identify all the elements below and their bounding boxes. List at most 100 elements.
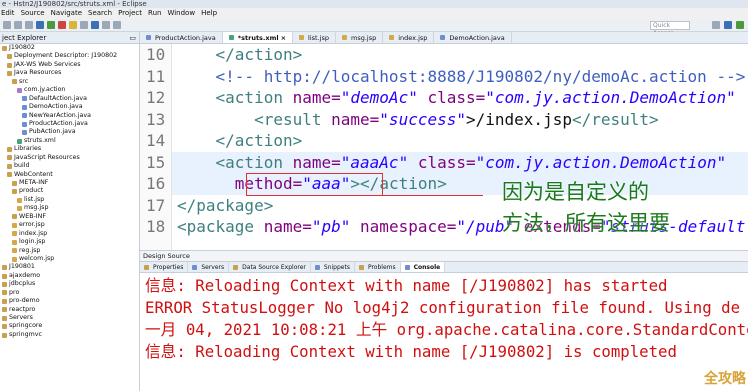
view-tab-properties[interactable]: Properties (140, 262, 189, 272)
tree-item[interactable]: product (0, 187, 139, 195)
code-line[interactable]: </package> (177, 195, 273, 217)
tree-item[interactable]: springmvc (0, 331, 139, 339)
code-line[interactable]: </action> (177, 44, 303, 66)
file-type-icon (228, 35, 234, 40)
tree-item[interactable]: JAX-WS Web Services (0, 61, 139, 69)
tree-item[interactable]: index.jsp (0, 230, 139, 238)
code-token: name= (292, 152, 341, 172)
tree-item[interactable]: springcore (0, 322, 139, 330)
back-icon[interactable] (102, 21, 110, 29)
tree-item[interactable]: Libraries (0, 145, 139, 153)
code-token: </action> (215, 131, 303, 150)
code-line[interactable]: <action name="aaaAc" class="com.jy.actio… (177, 152, 727, 174)
console-output[interactable]: 信息: Reloading Context with name [/J19080… (140, 273, 748, 391)
view-tab-problems[interactable]: Problems (355, 262, 401, 272)
tree-item[interactable]: J190802 (0, 44, 139, 52)
new-icon[interactable] (3, 21, 11, 29)
code-line[interactable]: <action name="demoAc" class="com.jy.acti… (177, 87, 736, 109)
menu-edit[interactable]: Edit (1, 8, 15, 19)
tree-item[interactable]: build (0, 162, 139, 170)
editor-tab[interactable]: *struts.xml × (222, 32, 294, 44)
java-icon (22, 130, 27, 136)
tree-item[interactable]: struts.xml (0, 137, 139, 145)
view-tab-data-source-explorer[interactable]: Data Source Explorer (229, 262, 311, 272)
tree-item[interactable]: welcom.jsp (0, 255, 139, 263)
menu-search[interactable]: Search (88, 8, 112, 19)
file-icon (12, 256, 17, 262)
tree-item[interactable]: msg.jsp (0, 204, 139, 212)
menu-run[interactable]: Run (148, 8, 161, 19)
debug-icon[interactable] (36, 21, 44, 29)
forward-icon[interactable] (113, 21, 121, 29)
tree-item[interactable]: ProductAction.java (0, 120, 139, 128)
folder-icon (2, 307, 7, 313)
editor-tab[interactable]: ProductAction.java (140, 32, 223, 43)
tree-item[interactable]: META-INF (0, 179, 139, 187)
tree-item[interactable]: reactpro (0, 306, 139, 314)
view-tab-icon (144, 264, 149, 270)
perspective-switcher (696, 21, 744, 30)
close-icon[interactable]: × (281, 32, 286, 44)
tree-item[interactable]: WebContent (0, 171, 139, 179)
tree-item[interactable]: list.jsp (0, 196, 139, 204)
editor-tab[interactable]: list.jsp (293, 32, 336, 43)
tree-item[interactable]: DefaultAction.java (0, 95, 139, 103)
file-type-icon (341, 35, 347, 40)
view-tab-snippets[interactable]: Snippets (311, 262, 355, 272)
java-icon (22, 121, 27, 127)
editor-tab[interactable]: index.jsp (383, 32, 435, 43)
menu-project[interactable]: Project (118, 8, 142, 19)
menu-bar: Edit Source Navigate Search Project Run Window… (0, 8, 748, 19)
run-icon[interactable] (47, 21, 55, 29)
tree-item[interactable]: DemoAction.java (0, 103, 139, 111)
editor-tab[interactable]: msg.jsp (336, 32, 384, 43)
minimize-icon[interactable]: ▭ (129, 32, 136, 43)
tree-item[interactable]: NewYearAction.java (0, 112, 139, 120)
xml-editor[interactable]: 10 11 12 13 14 15 16 17 18 </action> <!-- http:/… (140, 44, 748, 250)
tree-item[interactable]: reg.jsp (0, 247, 139, 255)
code-line[interactable]: <result name="success">/index.jsp</resul… (177, 109, 659, 131)
tree-item[interactable]: com.jy.action (0, 86, 139, 94)
tree-item[interactable]: J190801 (0, 263, 139, 271)
view-tab-console[interactable]: Console (400, 262, 446, 272)
code-line[interactable]: <!-- http://localhost:8888/J190802/ny/de… (177, 66, 746, 88)
java-perspective-icon[interactable] (724, 21, 732, 29)
line-number: 17 (146, 195, 166, 215)
tree-item[interactable]: Java Resources (0, 69, 139, 77)
tree-item[interactable]: ajaxdemo (0, 272, 139, 280)
debug-perspective-icon[interactable] (736, 21, 744, 29)
tree-item[interactable]: PubAction.java (0, 128, 139, 136)
view-tab-icon (314, 264, 320, 270)
folder-icon (7, 71, 12, 77)
menu-source[interactable]: Source (21, 8, 45, 19)
tree-item[interactable]: Deployment Descriptor: J190802 (0, 52, 139, 60)
quick-access-input[interactable]: Quick Access (650, 21, 690, 37)
tree-item[interactable]: src (0, 78, 139, 86)
tree-item[interactable]: pro (0, 289, 139, 297)
view-tab-servers[interactable]: Servers (188, 262, 230, 272)
design-source-tabs[interactable]: Design Source (140, 250, 748, 261)
open-type-icon[interactable] (91, 21, 99, 29)
tree-item[interactable]: JavaScript Resources (0, 154, 139, 162)
print-icon[interactable] (25, 21, 33, 29)
editor-tab[interactable]: DemoAction.java (434, 32, 512, 43)
code-token: </action> (215, 45, 303, 64)
stop-icon[interactable] (58, 21, 66, 29)
view-tab-icon (358, 264, 364, 270)
java-ee-perspective-icon[interactable] (712, 21, 720, 29)
code-line[interactable]: </action> (177, 130, 303, 152)
search-icon[interactable] (80, 21, 88, 29)
tree-item-label: product (19, 187, 44, 195)
tree-item[interactable]: Servers (0, 314, 139, 322)
tree-item[interactable]: WEB-INF (0, 213, 139, 221)
menu-navigate[interactable]: Navigate (51, 8, 82, 19)
project-explorer-tab[interactable]: ject Explorer ▭ (0, 32, 139, 44)
tree-item[interactable]: jdbcplus (0, 280, 139, 288)
server-icon[interactable] (69, 21, 77, 29)
menu-window[interactable]: Window (167, 8, 195, 19)
tree-item[interactable]: pro-demo (0, 297, 139, 305)
menu-help[interactable]: Help (201, 8, 217, 19)
tree-item[interactable]: error.jsp (0, 221, 139, 229)
tree-item[interactable]: login.jsp (0, 238, 139, 246)
save-icon[interactable] (14, 21, 22, 29)
